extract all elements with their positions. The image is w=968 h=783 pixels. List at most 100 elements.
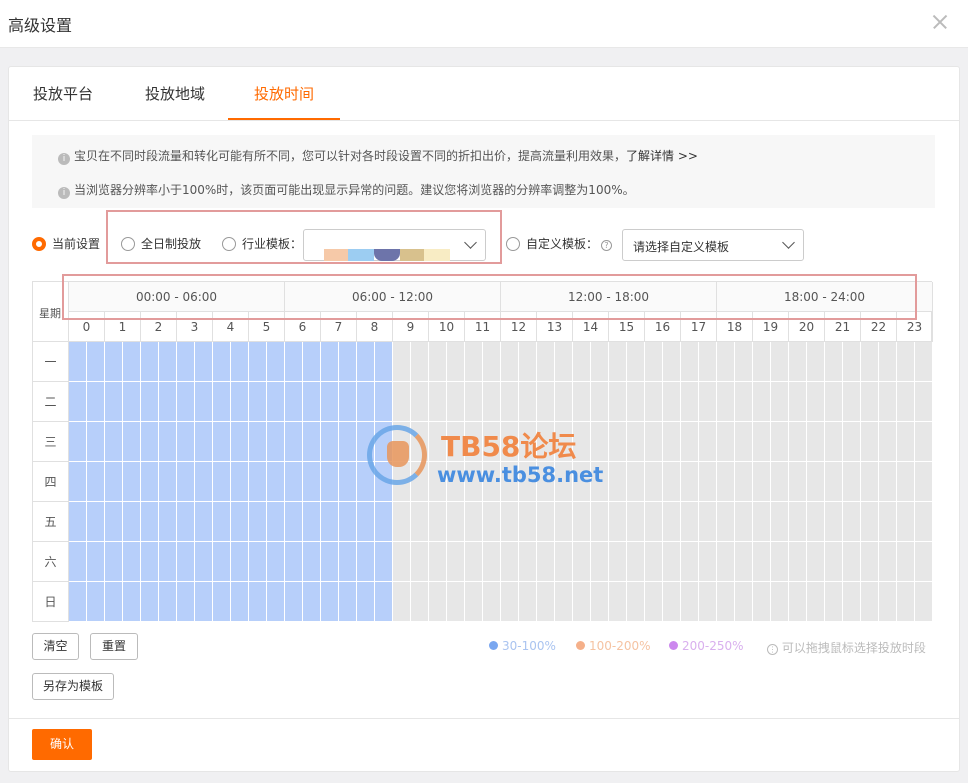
time-cell[interactable] <box>843 422 861 462</box>
time-cell[interactable] <box>771 342 789 382</box>
time-cell[interactable] <box>609 382 627 422</box>
reset-button[interactable]: 重置 <box>90 633 138 660</box>
time-cell[interactable] <box>915 502 933 542</box>
time-cell[interactable] <box>807 502 825 542</box>
time-cell[interactable] <box>609 502 627 542</box>
time-cell[interactable] <box>825 382 843 422</box>
time-cell[interactable] <box>69 542 87 582</box>
time-cell[interactable] <box>879 582 897 622</box>
time-cell[interactable] <box>447 462 465 502</box>
time-cell[interactable] <box>87 422 105 462</box>
time-cell[interactable] <box>159 382 177 422</box>
time-cell[interactable] <box>375 382 393 422</box>
time-cell[interactable] <box>519 342 537 382</box>
time-cell[interactable] <box>483 462 501 502</box>
time-cell[interactable] <box>213 422 231 462</box>
time-cell[interactable] <box>573 542 591 582</box>
time-cell[interactable] <box>123 342 141 382</box>
time-cell[interactable] <box>231 582 249 622</box>
time-cell[interactable] <box>645 422 663 462</box>
time-cell[interactable] <box>537 382 555 422</box>
time-cell[interactable] <box>843 502 861 542</box>
time-cells[interactable] <box>69 342 933 622</box>
time-cell[interactable] <box>87 542 105 582</box>
time-cell[interactable] <box>141 382 159 422</box>
time-cell[interactable] <box>69 422 87 462</box>
time-cell[interactable] <box>555 422 573 462</box>
time-cell[interactable] <box>483 582 501 622</box>
time-cell[interactable] <box>861 542 879 582</box>
time-cell[interactable] <box>627 422 645 462</box>
time-cell[interactable] <box>843 542 861 582</box>
time-cell[interactable] <box>447 422 465 462</box>
time-cell[interactable] <box>141 422 159 462</box>
time-cell[interactable] <box>339 582 357 622</box>
time-cell[interactable] <box>357 422 375 462</box>
time-cell[interactable] <box>321 342 339 382</box>
time-cell[interactable] <box>879 422 897 462</box>
time-cell[interactable] <box>789 502 807 542</box>
time-cell[interactable] <box>231 422 249 462</box>
time-cell[interactable] <box>177 502 195 542</box>
confirm-button[interactable]: 确认 <box>32 729 92 760</box>
time-cell[interactable] <box>267 462 285 502</box>
time-cell[interactable] <box>591 542 609 582</box>
time-cell[interactable] <box>285 342 303 382</box>
time-cell[interactable] <box>177 462 195 502</box>
time-cell[interactable] <box>537 462 555 502</box>
time-cell[interactable] <box>861 502 879 542</box>
time-cell[interactable] <box>753 462 771 502</box>
time-cell[interactable] <box>519 582 537 622</box>
time-cell[interactable] <box>69 342 87 382</box>
time-cell[interactable] <box>303 382 321 422</box>
time-cell[interactable] <box>105 582 123 622</box>
time-cell[interactable] <box>591 582 609 622</box>
time-cell[interactable] <box>177 382 195 422</box>
time-cell[interactable] <box>861 422 879 462</box>
time-cell[interactable] <box>195 382 213 422</box>
time-cell[interactable] <box>375 422 393 462</box>
time-cell[interactable] <box>393 542 411 582</box>
tab-time[interactable]: 投放时间 <box>228 83 340 120</box>
time-cell[interactable] <box>141 502 159 542</box>
time-cell[interactable] <box>429 462 447 502</box>
time-cell[interactable] <box>771 382 789 422</box>
time-cell[interactable] <box>789 422 807 462</box>
time-cell[interactable] <box>447 382 465 422</box>
learn-more-link[interactable]: 了解详情 >> <box>626 149 698 163</box>
time-cell[interactable] <box>519 542 537 582</box>
time-cell[interactable] <box>627 342 645 382</box>
time-cell[interactable] <box>879 382 897 422</box>
time-cell[interactable] <box>105 422 123 462</box>
time-cell[interactable] <box>267 502 285 542</box>
time-cell[interactable] <box>879 462 897 502</box>
time-cell[interactable] <box>825 462 843 502</box>
time-cell[interactable] <box>627 582 645 622</box>
time-cell[interactable] <box>771 502 789 542</box>
time-cell[interactable] <box>753 342 771 382</box>
time-cell[interactable] <box>807 542 825 582</box>
time-cell[interactable] <box>249 382 267 422</box>
time-cell[interactable] <box>573 422 591 462</box>
time-cell[interactable] <box>447 342 465 382</box>
time-cell[interactable] <box>609 582 627 622</box>
time-cell[interactable] <box>87 502 105 542</box>
time-cell[interactable] <box>537 582 555 622</box>
time-cell[interactable] <box>717 582 735 622</box>
time-cell[interactable] <box>699 422 717 462</box>
time-cell[interactable] <box>483 342 501 382</box>
time-cell[interactable] <box>393 502 411 542</box>
time-cell[interactable] <box>411 582 429 622</box>
time-cell[interactable] <box>663 422 681 462</box>
time-cell[interactable] <box>825 542 843 582</box>
time-cell[interactable] <box>339 502 357 542</box>
time-cell[interactable] <box>663 382 681 422</box>
time-cell[interactable] <box>789 382 807 422</box>
time-cell[interactable] <box>339 342 357 382</box>
time-cell[interactable] <box>717 502 735 542</box>
time-cell[interactable] <box>555 542 573 582</box>
time-cell[interactable] <box>357 462 375 502</box>
time-cell[interactable] <box>249 342 267 382</box>
time-cell[interactable] <box>285 422 303 462</box>
time-cell[interactable] <box>465 462 483 502</box>
